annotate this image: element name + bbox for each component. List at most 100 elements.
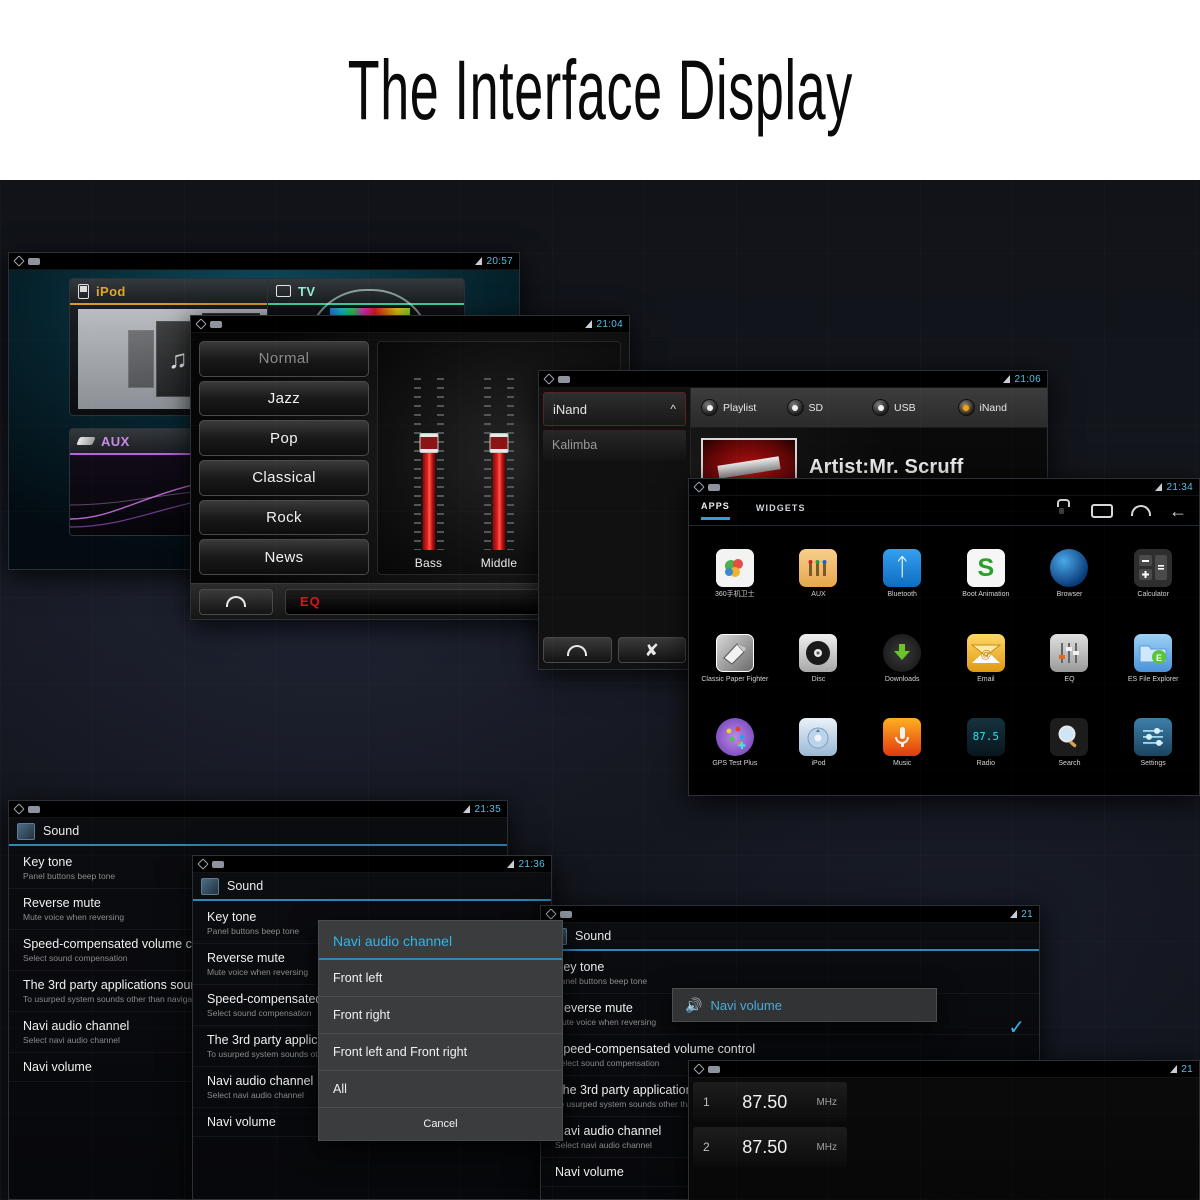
slider-fill [492, 443, 506, 550]
app-label: GPS Test Plus [712, 759, 758, 767]
app-paper-fighter[interactable]: Classic Paper Fighter [693, 616, 777, 700]
dialog-title: Navi volume [710, 997, 782, 1013]
app-drawer-tabs[interactable]: APPS WIDGETS ← [689, 496, 1199, 526]
source-option-sd[interactable]: SD [786, 399, 867, 416]
dialog-title: Navi audio channel [319, 921, 562, 960]
calculator-icon [1134, 549, 1173, 588]
status-clock: 21:04 [596, 318, 623, 330]
signal-icon [475, 257, 483, 265]
media-nav-bar[interactable]: ✘ [543, 637, 686, 663]
cancel-button[interactable]: Cancel [319, 1108, 562, 1140]
browser-icon [1050, 549, 1089, 588]
status-clock: 21 [1021, 908, 1033, 920]
setting-subtitle: Panel buttons beep tone [555, 976, 648, 986]
status-right: 21 [1010, 909, 1033, 920]
dialog-option-front-right[interactable]: Front right [319, 997, 562, 1034]
app-calculator[interactable]: Calculator [1111, 532, 1195, 616]
app-search[interactable]: Search [1028, 701, 1112, 785]
radio-screen[interactable]: 21 1 87.50 MHz 2 87.50 MHz FM1 ⟨ 87.50 [688, 1060, 1200, 1200]
status-clock: 21 [1181, 1063, 1193, 1075]
app-label: Boot Animation [962, 591, 1010, 599]
app-es-file-explorer[interactable]: E ES File Explorer [1111, 616, 1195, 700]
eq-preset-rock[interactable]: Rock [199, 499, 369, 536]
app-browser[interactable]: Browser [1028, 532, 1112, 616]
shuffle-button[interactable]: ✘ [617, 637, 686, 663]
slider-thumb[interactable] [419, 433, 438, 454]
app-disc[interactable]: Disc [777, 616, 861, 700]
eq-preset-list[interactable]: Normal Jazz Pop Classical Rock News [199, 341, 369, 576]
eq-preset-normal[interactable]: Normal [199, 341, 369, 377]
sound-settings-icon [17, 822, 35, 840]
radio-knob-icon [786, 399, 804, 416]
eq-label: EQ [300, 594, 321, 609]
status-right: 21:35 [463, 804, 501, 815]
app-aux[interactable]: AUX [777, 532, 861, 616]
media-source-selector[interactable]: Playlist SD USB iNand [691, 388, 1047, 428]
recents-icon[interactable] [1091, 503, 1113, 518]
radio-knob-icon [701, 399, 718, 416]
radio-preset-list[interactable]: 1 87.50 MHz 2 87.50 MHz [689, 1078, 851, 1200]
eq-slider-middle[interactable]: Middle [479, 378, 519, 570]
radio-preset-1[interactable]: 1 87.50 MHz [693, 1082, 847, 1122]
media-browser-pane[interactable]: iNand ^ Kalimba ✘ [539, 388, 691, 669]
dialog-option-front-left-and-right[interactable]: Front left and Front right [319, 1034, 562, 1071]
radio-body: 1 87.50 MHz 2 87.50 MHz FM1 ⟨ 87.50 ⟩ [689, 1078, 1199, 1200]
tab-apps[interactable]: APPS [701, 501, 730, 520]
navi-audio-channel-dialog[interactable]: Navi audio channel Front left Front righ… [318, 920, 563, 1141]
app-label: Email [977, 675, 995, 683]
app-gps-test-plus[interactable]: GPS Test Plus [693, 701, 777, 785]
app-ipod[interactable]: iPod [777, 701, 861, 785]
app-grid[interactable]: 360手机卫士 AUX ᛏ Bluetooth S Boot Animation [689, 526, 1199, 795]
app-drawer-screen[interactable]: 21:34 APPS WIDGETS ← 360手机卫士 AUX ᛏ Bluet… [688, 478, 1200, 796]
tick-marks [484, 378, 491, 550]
tab-widgets[interactable]: WIDGETS [756, 503, 806, 519]
app-360-guard[interactable]: 360手机卫士 [693, 532, 777, 616]
status-diamond-icon [195, 318, 207, 330]
status-chip-icon [210, 320, 222, 328]
app-email[interactable]: @ Email [944, 616, 1028, 700]
source-option-playlist[interactable]: Playlist [701, 399, 781, 416]
source-option-usb[interactable]: USB [872, 399, 952, 416]
source-tile-label: TV [298, 283, 316, 299]
home-icon[interactable] [1131, 505, 1151, 516]
dialog-option-all[interactable]: All [319, 1071, 562, 1108]
dialog-option-front-left[interactable]: Front left [319, 960, 562, 997]
radio-preset-2[interactable]: 2 87.50 MHz [693, 1127, 847, 1167]
source-option-inand[interactable]: iNand [957, 399, 1038, 416]
navi-volume-dialog[interactable]: 🔊 Navi volume [672, 988, 937, 1022]
disc-icon [799, 633, 838, 672]
app-settings[interactable]: Settings [1111, 701, 1195, 785]
eq-preset-classical[interactable]: Classical [199, 460, 369, 496]
preset-number: 2 [703, 1140, 710, 1154]
shop-bag-icon[interactable] [1053, 503, 1073, 519]
app-music[interactable]: Music [860, 701, 944, 785]
status-clock: 21:06 [1014, 373, 1041, 385]
preset-number: 1 [703, 1095, 710, 1109]
app-bluetooth[interactable]: ᛏ Bluetooth [860, 532, 944, 616]
slider-track[interactable] [484, 378, 514, 550]
slider-thumb[interactable] [489, 433, 509, 454]
eq-slider-bass[interactable]: Bass [409, 378, 449, 570]
eq-preset-jazz[interactable]: Jazz [199, 380, 369, 417]
media-folder-selector[interactable]: iNand ^ [543, 392, 686, 426]
status-bar: 21:04 [191, 316, 629, 333]
eq-preset-pop[interactable]: Pop [199, 420, 369, 457]
home-button[interactable] [543, 637, 612, 663]
status-diamond-icon [693, 1063, 705, 1075]
app-boot-animation[interactable]: S Boot Animation [944, 532, 1028, 616]
app-radio[interactable]: 87.5 Radio [944, 701, 1028, 785]
chevron-up-icon[interactable]: ^ [670, 402, 676, 416]
radio-tuner-panel[interactable]: FM1 ⟨ 87.50 ⟩ [851, 1078, 1199, 1200]
aux-icon [799, 549, 838, 588]
eq-preset-news[interactable]: News [199, 539, 369, 576]
slider-track[interactable] [413, 378, 444, 550]
search-icon [1050, 717, 1089, 756]
media-track-item[interactable]: Kalimba [543, 430, 686, 460]
system-icon-row[interactable]: ← [1053, 502, 1187, 520]
status-diamond-icon [13, 255, 25, 267]
app-downloads[interactable]: Downloads [860, 616, 944, 700]
app-eq[interactable]: EQ [1028, 616, 1112, 700]
status-bar: 21 [689, 1061, 1199, 1078]
home-button[interactable] [199, 588, 273, 615]
back-icon[interactable]: ← [1169, 502, 1187, 520]
